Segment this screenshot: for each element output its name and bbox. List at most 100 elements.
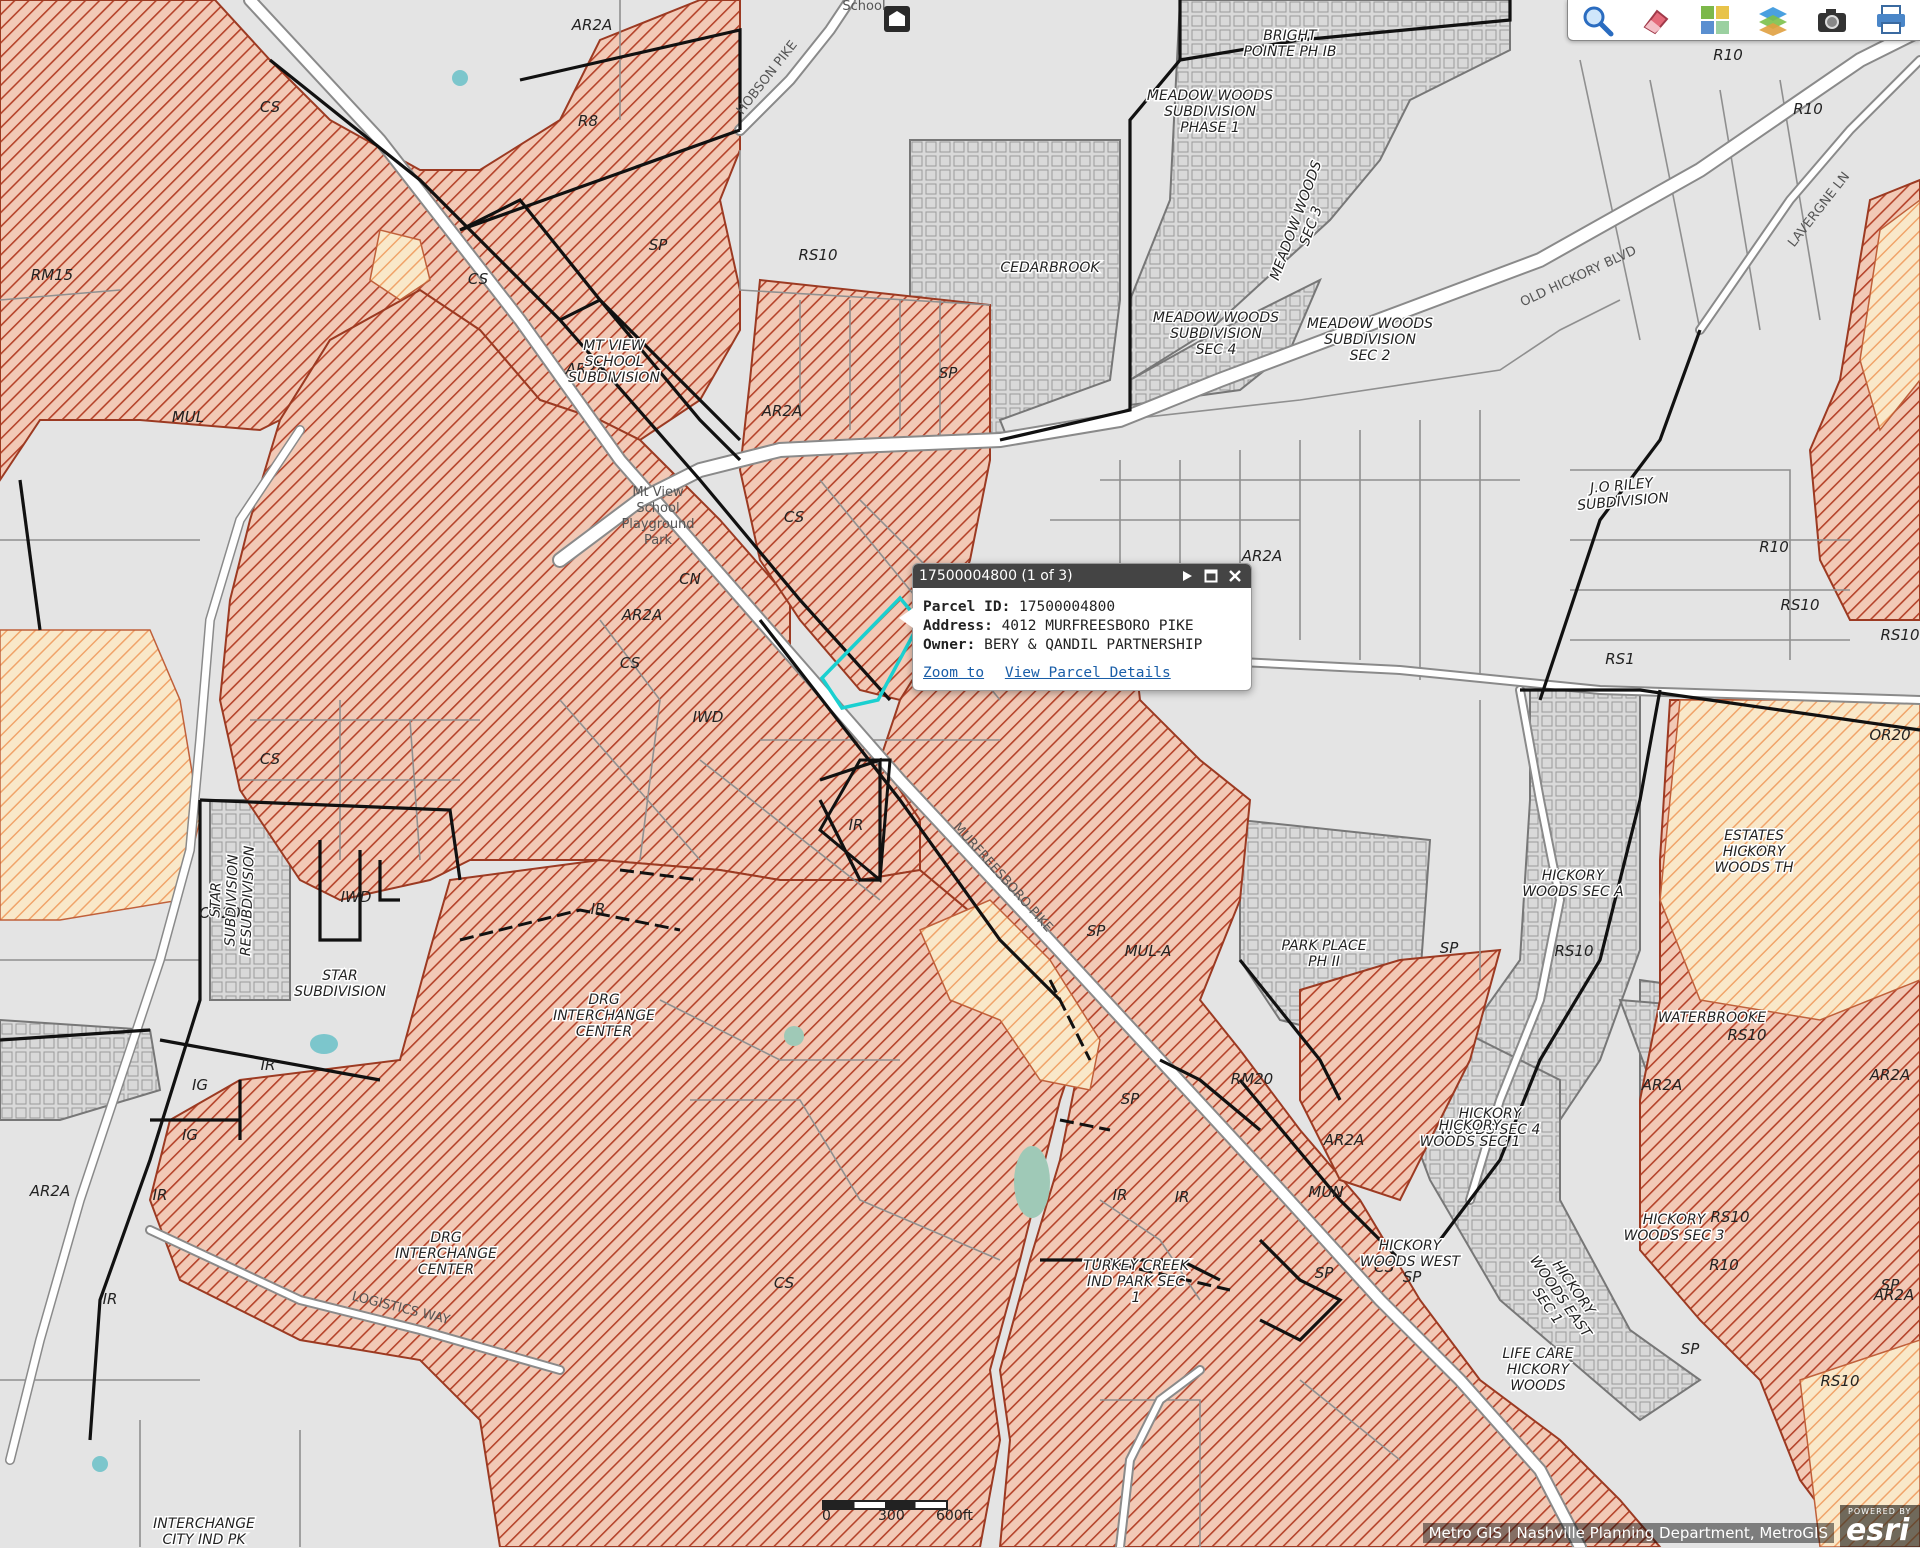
zoning-label: AR2A [1873,1286,1915,1304]
zoning-label: OR20 [1869,726,1910,744]
zoning-label: CS [620,654,641,672]
zoning-label: IR [1113,1186,1128,1204]
zoning-label: CS [260,750,281,768]
zoning-label: SP [1681,1340,1701,1358]
play-icon [1183,571,1192,581]
zoning-label: AR2A [621,606,663,624]
zoning-label: R10 [1793,100,1823,118]
zoning-label: IG [192,1076,208,1094]
owner-row: Owner: BERY & QANDIL PARTNERSHIP [923,636,1241,655]
owner-label: Owner: [923,637,976,653]
zoning-label: CS [784,508,805,526]
maximize-button[interactable] [1201,566,1221,586]
zoning-label: AR2A [571,16,613,34]
close-icon [1229,570,1241,582]
address-value: 4012 MURFREESBORO PIKE [1001,618,1194,634]
zoning-label: RS10 [1880,626,1919,644]
esri-wordmark: esri [1846,1513,1910,1548]
zoning-label: IR [1175,1188,1190,1206]
zoning-label: CS [774,1274,795,1292]
maximize-icon [1204,569,1218,583]
zoning-label: R10 [1713,46,1743,64]
subdivision-label: CEDARBROOK [1000,260,1101,276]
popup-pointer [899,608,913,628]
zoning-label: IG [182,1126,198,1144]
close-button[interactable] [1225,566,1245,586]
zoning-label: IR [849,816,864,834]
scale-label-600: 600ft [936,1508,973,1524]
zoning-label: R10 [1709,1256,1739,1274]
popup-title: 17500004800 (1 of 3) [919,568,1073,584]
next-feature-button[interactable] [1177,566,1197,586]
scale-label-300: 300 [878,1508,905,1524]
scale-bar: 0 300 600ft [822,1494,982,1524]
zoning-label: IR [153,1186,168,1204]
parcel-popup: 17500004800 (1 of 3) Parcel ID: 17500004… [899,563,1252,691]
zoning-label: AR2A [1323,1131,1365,1149]
zoning-label: RS10 [1820,1372,1859,1390]
popup-links: Zoom to View Parcel Details [913,659,1251,687]
zoning-label: AR2A [1641,1076,1683,1094]
zoning-label: RS10 [1710,1208,1749,1226]
eraser-icon [1643,9,1669,35]
popup-body: Parcel ID: 17500004800 Address: 4012 MUR… [913,588,1251,659]
map-toolbar [1567,0,1920,41]
basemap-tool-button[interactable] [1693,2,1737,38]
layers-tool-button[interactable] [1751,2,1795,38]
zoning-label: SP [649,236,669,254]
zoning-label: AR2A [29,1182,71,1200]
zoning-label: RM15 [31,266,73,284]
zoning-label: IR [261,1056,276,1074]
map-canvas[interactable]: AR2AR8CSRM15SPRS10MUL AR2ACSCSSPAR2ACNCSI… [0,0,1920,1547]
zoning-label: RS10 [1554,942,1593,960]
zoning-label: SP [1403,1268,1423,1286]
parcel-id-row: Parcel ID: 17500004800 [923,598,1241,617]
zoning-label: SP [1315,1264,1335,1282]
snapshot-tool-button[interactable] [1810,2,1854,38]
clear-tool-button[interactable] [1634,2,1678,38]
address-label: Address: [923,618,993,634]
zoning-label: SP [1121,1090,1141,1108]
subdivision-label: LIFE CARE HICKORY WOODS [1502,1346,1573,1394]
subdivision-label: WATERBROOKE [1658,1010,1766,1026]
zoning-label: MUL-A [1125,942,1172,960]
zoning-label: SP [1440,939,1460,957]
zoning-label: RS10 [1727,1026,1766,1044]
poi-label-school: School [842,0,885,14]
parcel-id-label: Parcel ID: [923,599,1011,615]
subdivision-label: INTERCHANGE CITY IND PK [153,1516,255,1547]
zoning-label: IR [591,900,606,918]
zoning-label: AR2A [761,402,803,420]
esri-logo[interactable]: POWERED BY esri [1840,1505,1920,1548]
zoning-label: MUL [172,408,204,426]
address-row: Address: 4012 MURFREESBORO PIKE [923,617,1241,636]
search-icon [1583,6,1614,37]
view-parcel-details-link[interactable]: View Parcel Details [1005,665,1171,681]
zoning-label: RS10 [798,246,837,264]
parcel-id-value: 17500004800 [1019,599,1116,615]
layers-icon [1759,7,1788,36]
zoning-label: SP [1087,922,1107,940]
zoning-label: RS1 [1605,650,1635,668]
scale-label-0: 0 [822,1508,831,1524]
zoning-label: RM20 [1231,1070,1273,1088]
zoning-label: CN [679,570,701,588]
zoning-label: IWD [341,888,372,906]
zoning-label: RS10 [1780,596,1819,614]
school-icon[interactable] [884,6,910,32]
zoning-label: R10 [1759,538,1789,556]
zoning-label: IR [103,1290,118,1308]
search-tool-button[interactable] [1575,2,1619,38]
zoning-label: R8 [578,112,598,130]
basemap-icon [1700,6,1729,34]
camera-icon [1817,9,1846,32]
map-attribution: Metro GIS | Nashville Planning Departmen… [1422,1523,1834,1543]
zoning-label: AR2A [1869,1066,1911,1084]
zoning-label: MUN [1308,1183,1343,1201]
owner-value: BERY & QANDIL PARTNERSHIP [984,637,1203,653]
zoning-label: IWD [693,708,724,726]
subdivision-label: ESTATES HICKORY WOODS TH [1714,828,1794,876]
zoom-to-link[interactable]: Zoom to [923,665,984,681]
zoning-label: CS [260,98,281,116]
print-tool-button[interactable] [1869,2,1913,38]
